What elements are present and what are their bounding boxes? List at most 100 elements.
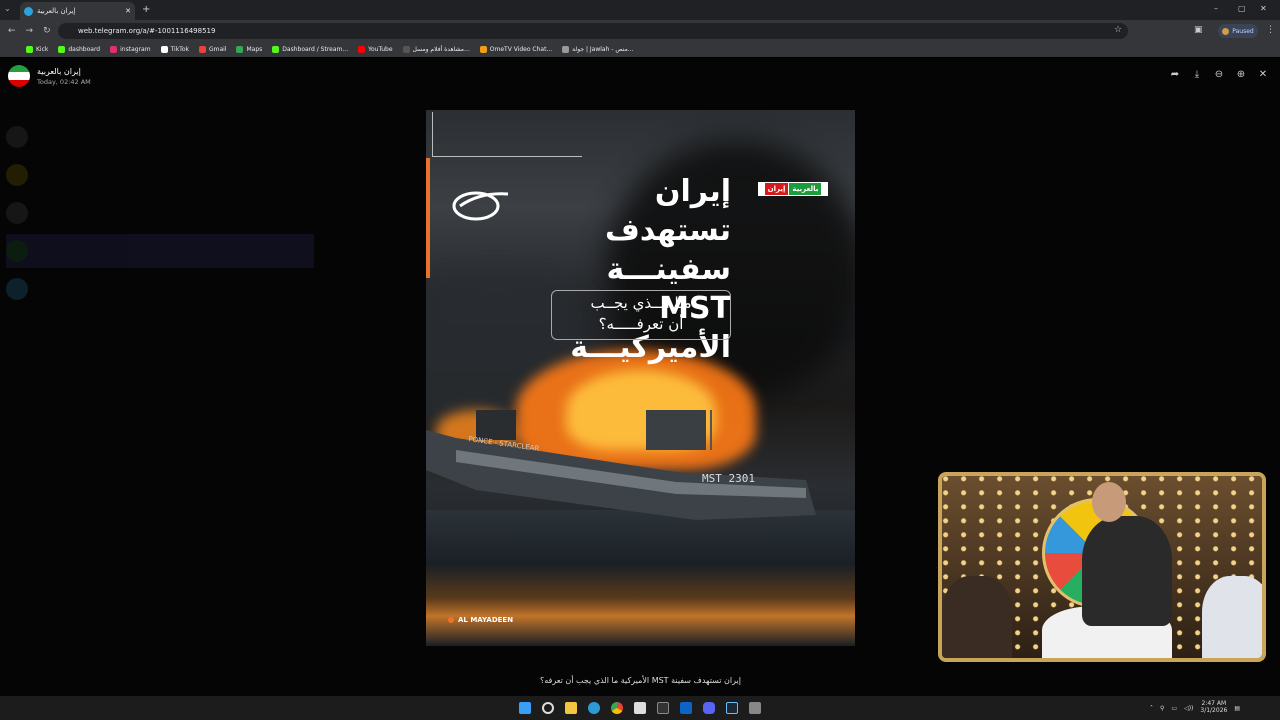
- list-item[interactable]: [6, 120, 314, 154]
- bookmark-label: Kick: [36, 46, 49, 53]
- tab-search-icon[interactable]: ⌄: [4, 4, 11, 13]
- bookmark-item[interactable]: جولة | Jawlah - منص...: [562, 46, 633, 53]
- microphone-icon[interactable]: ⚲: [1160, 705, 1164, 712]
- bookmark-item[interactable]: Dashboard / Stream...: [272, 46, 348, 53]
- bookmark-icon: [26, 46, 33, 53]
- browser-tab[interactable]: إيران بالعربية ✕: [20, 2, 135, 20]
- sea: [426, 510, 855, 646]
- brand-dot-icon: [448, 617, 454, 623]
- notification-icon[interactable]: ▤: [1234, 705, 1240, 712]
- window-close-icon[interactable]: ✕: [1260, 4, 1267, 13]
- ship-number: MST 2301: [702, 472, 755, 485]
- decorative-line: [432, 112, 433, 156]
- excel-icon[interactable]: [657, 702, 669, 714]
- bookmark-label: جولة | Jawlah - منص...: [572, 46, 634, 53]
- bookmark-item[interactable]: OmeTV Video Chat...: [479, 46, 552, 53]
- headline-line: إيران تستهدف: [604, 174, 731, 248]
- bookmark-icon: [272, 46, 280, 53]
- volume-icon[interactable]: ◁)): [1184, 705, 1193, 712]
- bookmark-item[interactable]: Kick: [26, 46, 48, 53]
- search-icon[interactable]: [542, 702, 554, 714]
- bookmark-icon: [562, 46, 570, 53]
- al-mayadeen-logo-icon: [452, 191, 509, 221]
- close-tab-icon[interactable]: ✕: [125, 7, 131, 15]
- edge-icon[interactable]: [588, 702, 600, 714]
- subtitle-line: مـا الــذي يجــب: [590, 294, 692, 312]
- bookmark-icon: [58, 46, 66, 53]
- system-tray: ˄ ⚲ ▭ ◁)) 2:47 AM 3/1/2026 ▤: [1150, 700, 1278, 716]
- zoom-in-icon[interactable]: ⊕: [1234, 67, 1248, 81]
- avatar: [6, 278, 28, 300]
- bookmark-star-icon[interactable]: ☆: [1114, 25, 1122, 35]
- bookmark-icon: [358, 46, 366, 53]
- address-bar[interactable]: web.telegram.org/a/#-1001116498519: [58, 23, 1128, 39]
- media-viewer-header: إيران بالعربية Today, 02:42 AM: [8, 64, 208, 88]
- bookmark-label: YouTube: [368, 46, 393, 53]
- person-head: [1092, 482, 1126, 522]
- person: [1082, 516, 1172, 626]
- bookmark-label: instagram: [120, 46, 151, 53]
- clock[interactable]: 2:47 AM 3/1/2026: [1200, 701, 1227, 714]
- network-icon[interactable]: ▭: [1171, 705, 1177, 712]
- bookmark-label: dashboard: [68, 46, 101, 53]
- list-item[interactable]: [6, 196, 314, 230]
- forward-icon[interactable]: →: [26, 26, 34, 36]
- menu-icon[interactable]: ⋮: [1266, 25, 1275, 35]
- file-explorer-icon[interactable]: [565, 702, 577, 714]
- bookmark-icon: [402, 46, 410, 53]
- bookmark-item[interactable]: Gmail: [198, 46, 227, 53]
- app-icon[interactable]: [749, 702, 761, 714]
- subtitle-line: أن تعرفـــــه؟: [598, 315, 684, 333]
- list-item[interactable]: [6, 234, 314, 268]
- list-item[interactable]: [6, 158, 314, 192]
- new-tab-icon[interactable]: +: [142, 4, 150, 15]
- profile-paused-button[interactable]: Paused: [1218, 24, 1258, 38]
- telegram-icon: [24, 6, 33, 16]
- list-item[interactable]: [6, 272, 314, 306]
- message-timestamp: Today, 02:42 AM: [37, 77, 91, 86]
- bookmark-icon: [110, 46, 118, 53]
- extensions-icon[interactable]: ▣: [1194, 25, 1203, 35]
- zoom-out-icon[interactable]: ⊖: [1212, 67, 1226, 81]
- bookmark-label: Gmail: [208, 46, 227, 53]
- tab-title: إيران بالعربية: [37, 7, 76, 15]
- bookmark-item[interactable]: مشاهدة أفلام ومسل...: [402, 46, 470, 53]
- poster-footer-brand: AL MAYADEEN: [448, 616, 513, 624]
- download-icon[interactable]: ⤓: [1190, 67, 1204, 81]
- bookmark-icon: [479, 46, 487, 53]
- media-viewer-tools: ➦ ⤓ ⊖ ⊕ ✕: [1166, 66, 1270, 82]
- close-icon[interactable]: ✕: [1256, 67, 1270, 81]
- person: [942, 576, 1012, 658]
- bookmark-item[interactable]: Maps: [236, 46, 262, 53]
- chevron-up-icon[interactable]: ˄: [1150, 705, 1153, 712]
- bookmark-label: مشاهدة أفلام ومسل...: [412, 46, 470, 53]
- discord-icon[interactable]: [703, 702, 715, 714]
- webcam-overlay: [938, 472, 1266, 662]
- channel-avatar: [8, 65, 30, 87]
- media-image[interactable]: إيران بالعربية إيران تستهدف سفينـــة MST…: [426, 110, 855, 646]
- badge-part1: إيران: [764, 183, 789, 195]
- store-icon[interactable]: [634, 702, 646, 714]
- bookmark-item[interactable]: YouTube: [358, 46, 393, 53]
- app-icon[interactable]: [680, 702, 692, 714]
- url-text: web.telegram.org/a/#-1001116498519: [78, 27, 216, 35]
- bookmark-item[interactable]: dashboard: [58, 46, 100, 53]
- minimize-icon[interactable]: –: [1214, 4, 1218, 13]
- reload-icon[interactable]: ↻: [43, 26, 51, 36]
- maximize-icon[interactable]: ▢: [1238, 4, 1246, 13]
- ship-hull: [426, 410, 816, 520]
- share-icon[interactable]: ➦: [1168, 67, 1182, 81]
- bookmark-icon: [236, 46, 244, 53]
- back-icon[interactable]: ←: [8, 26, 16, 36]
- bookmark-item[interactable]: TikTok: [160, 46, 189, 53]
- bookmark-label: TikTok: [170, 46, 189, 53]
- bookmark-label: Maps: [246, 46, 263, 53]
- clock-date: 3/1/2026: [1200, 707, 1228, 714]
- bookmark-item[interactable]: instagram: [110, 46, 151, 53]
- decorative-line: [432, 156, 582, 157]
- steam-icon[interactable]: [726, 702, 738, 714]
- bookmark-label: Dashboard / Stream...: [282, 46, 349, 53]
- chrome-icon[interactable]: [611, 702, 623, 714]
- windows-start-icon[interactable]: [519, 702, 531, 714]
- windows-taskbar: [0, 696, 1280, 720]
